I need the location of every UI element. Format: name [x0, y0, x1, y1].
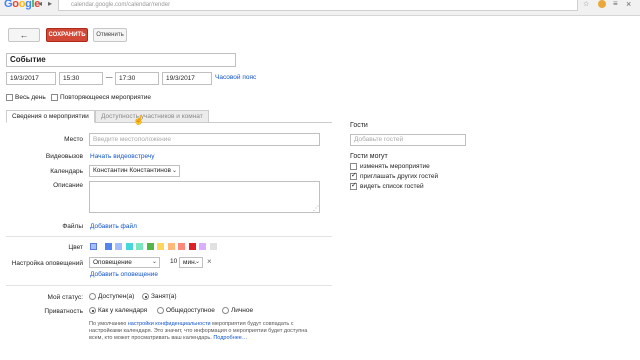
add-guests-input[interactable]: Добавьте гостей [350, 134, 466, 146]
status-busy-label: Занят(а) [151, 293, 177, 300]
note-line1-rest: мероприятия будут совпадать с [210, 321, 294, 327]
notifications-label: Настройка оповещений [11, 260, 83, 267]
guests-title: Гости [350, 122, 368, 129]
repeat-label: Повторяющееся мероприятие [60, 94, 151, 101]
calendar-select-value: Константин Константинов [93, 167, 171, 174]
color-swatch[interactable] [146, 243, 154, 250]
note-line2: настройками календаря. Это значит, что и… [89, 328, 308, 334]
start-time-input[interactable]: 15:30 [59, 72, 103, 85]
back-icon[interactable]: ◂ [38, 0, 42, 8]
chevron-down-icon: ⌄ [171, 168, 177, 174]
color-swatch[interactable] [90, 243, 97, 250]
perm-invite-label: приглашать других гостей [360, 173, 439, 180]
calendar-label: Календарь [50, 168, 83, 175]
privacy-note: По умолчанию настройки конфиденциальност… [89, 321, 329, 342]
event-title-input[interactable]: Событие [6, 53, 236, 67]
location-label: Место [64, 136, 83, 143]
perm-invite-checkbox[interactable] [350, 171, 357, 180]
files-label: Файлы [62, 223, 83, 230]
privacy-private-label: Личное [231, 307, 254, 314]
status-label: Мой статус: [47, 294, 83, 301]
guests-can-title: Гости могут [350, 153, 388, 160]
all-day-checkbox[interactable] [6, 94, 13, 101]
cancel-button[interactable]: Отменить [93, 28, 127, 42]
add-notification-link[interactable]: Добавить оповещение [90, 271, 158, 278]
section-divider-2 [6, 285, 332, 286]
notification-type-value: Оповещение [93, 259, 132, 266]
back-button[interactable]: ← [8, 28, 40, 42]
extension-icon[interactable] [598, 0, 606, 8]
forward-icon[interactable]: ▸ [48, 0, 52, 8]
status-available-label: Доступен(а) [98, 293, 135, 300]
color-swatch[interactable] [157, 243, 164, 250]
status-busy-radio[interactable] [142, 293, 149, 300]
perm-modify-checkbox[interactable] [350, 163, 357, 170]
notification-unit-select[interactable]: мин. ⌄ [179, 257, 203, 268]
notification-type-select[interactable]: Оповещение ⌄ [89, 257, 160, 268]
google-logo: Google [4, 0, 41, 10]
chevron-down-icon: ⌄ [151, 259, 157, 265]
tab-availability[interactable]: Доступность участников и комнат [95, 110, 209, 123]
perm-see-list-checkbox[interactable] [350, 181, 357, 190]
save-button[interactable]: СОХРАНИТЬ [46, 28, 88, 42]
menu-icon[interactable]: ≡ [613, 0, 618, 8]
address-bar[interactable]: calendar.google.com/calendar/render [58, 0, 578, 11]
color-swatch[interactable] [188, 243, 196, 250]
privacy-label: Приватность [44, 308, 83, 315]
privacy-public-radio[interactable] [157, 307, 164, 314]
remove-notification-icon[interactable]: × [207, 257, 212, 266]
description-label: Описание [53, 182, 83, 189]
timezone-link[interactable]: Часовой пояс [215, 74, 256, 81]
end-time-input[interactable]: 17:30 [115, 72, 159, 85]
status-available-radio[interactable] [89, 293, 96, 300]
perm-modify-label: изменять мероприятие [360, 163, 430, 170]
chevron-down-icon: ⌄ [194, 259, 200, 265]
add-file-link[interactable]: Добавить файл [90, 223, 137, 230]
color-swatch[interactable] [104, 243, 112, 250]
color-label: Цвет [68, 244, 83, 251]
note-line3: всем, кто может просматривать ваш календ… [89, 335, 214, 341]
section-divider-1 [6, 236, 332, 237]
color-swatch[interactable] [136, 243, 143, 250]
close-icon[interactable]: × [626, 0, 631, 9]
note-prefix: По умолчанию [89, 321, 128, 327]
time-range-dash: — [106, 74, 113, 81]
color-swatch[interactable] [178, 243, 185, 250]
color-swatch[interactable] [115, 243, 122, 250]
end-date-input[interactable]: 19/3/2017 [162, 72, 212, 85]
privacy-default-radio[interactable] [89, 307, 96, 314]
description-textarea[interactable] [89, 181, 320, 213]
calendar-select[interactable]: Константин Константинов ⌄ [89, 165, 180, 177]
perm-see-list-label: видеть список гостей [360, 183, 424, 190]
mouse-cursor-icon: ☝ [133, 115, 145, 125]
color-swatch[interactable] [125, 243, 133, 250]
start-date-input[interactable]: 19/3/2017 [6, 72, 56, 85]
notification-amount-input[interactable]: 10 [167, 257, 179, 268]
tab-details[interactable]: Сведения о мероприятии [6, 110, 95, 123]
color-swatch[interactable] [209, 243, 217, 250]
resize-handle-icon[interactable]: ⋰ [313, 205, 319, 212]
privacy-public-label: Общедоступное [166, 307, 215, 314]
star-icon[interactable]: ☆ [583, 0, 589, 8]
start-video-link[interactable]: Начать видеовстречу [90, 153, 155, 160]
all-day-label: Весь день [15, 94, 46, 101]
repeat-checkbox[interactable] [51, 94, 58, 101]
privacy-settings-link[interactable]: настройки конфиденциальности [128, 321, 211, 327]
color-swatch[interactable] [167, 243, 175, 250]
video-label: Видеовызов [45, 153, 83, 160]
location-input[interactable]: Введите местоположение [89, 133, 320, 146]
learn-more-link[interactable]: Подробнее… [213, 335, 247, 341]
privacy-default-label: Как у календаря [98, 307, 148, 314]
privacy-private-radio[interactable] [222, 307, 229, 314]
color-swatch[interactable] [199, 243, 206, 250]
